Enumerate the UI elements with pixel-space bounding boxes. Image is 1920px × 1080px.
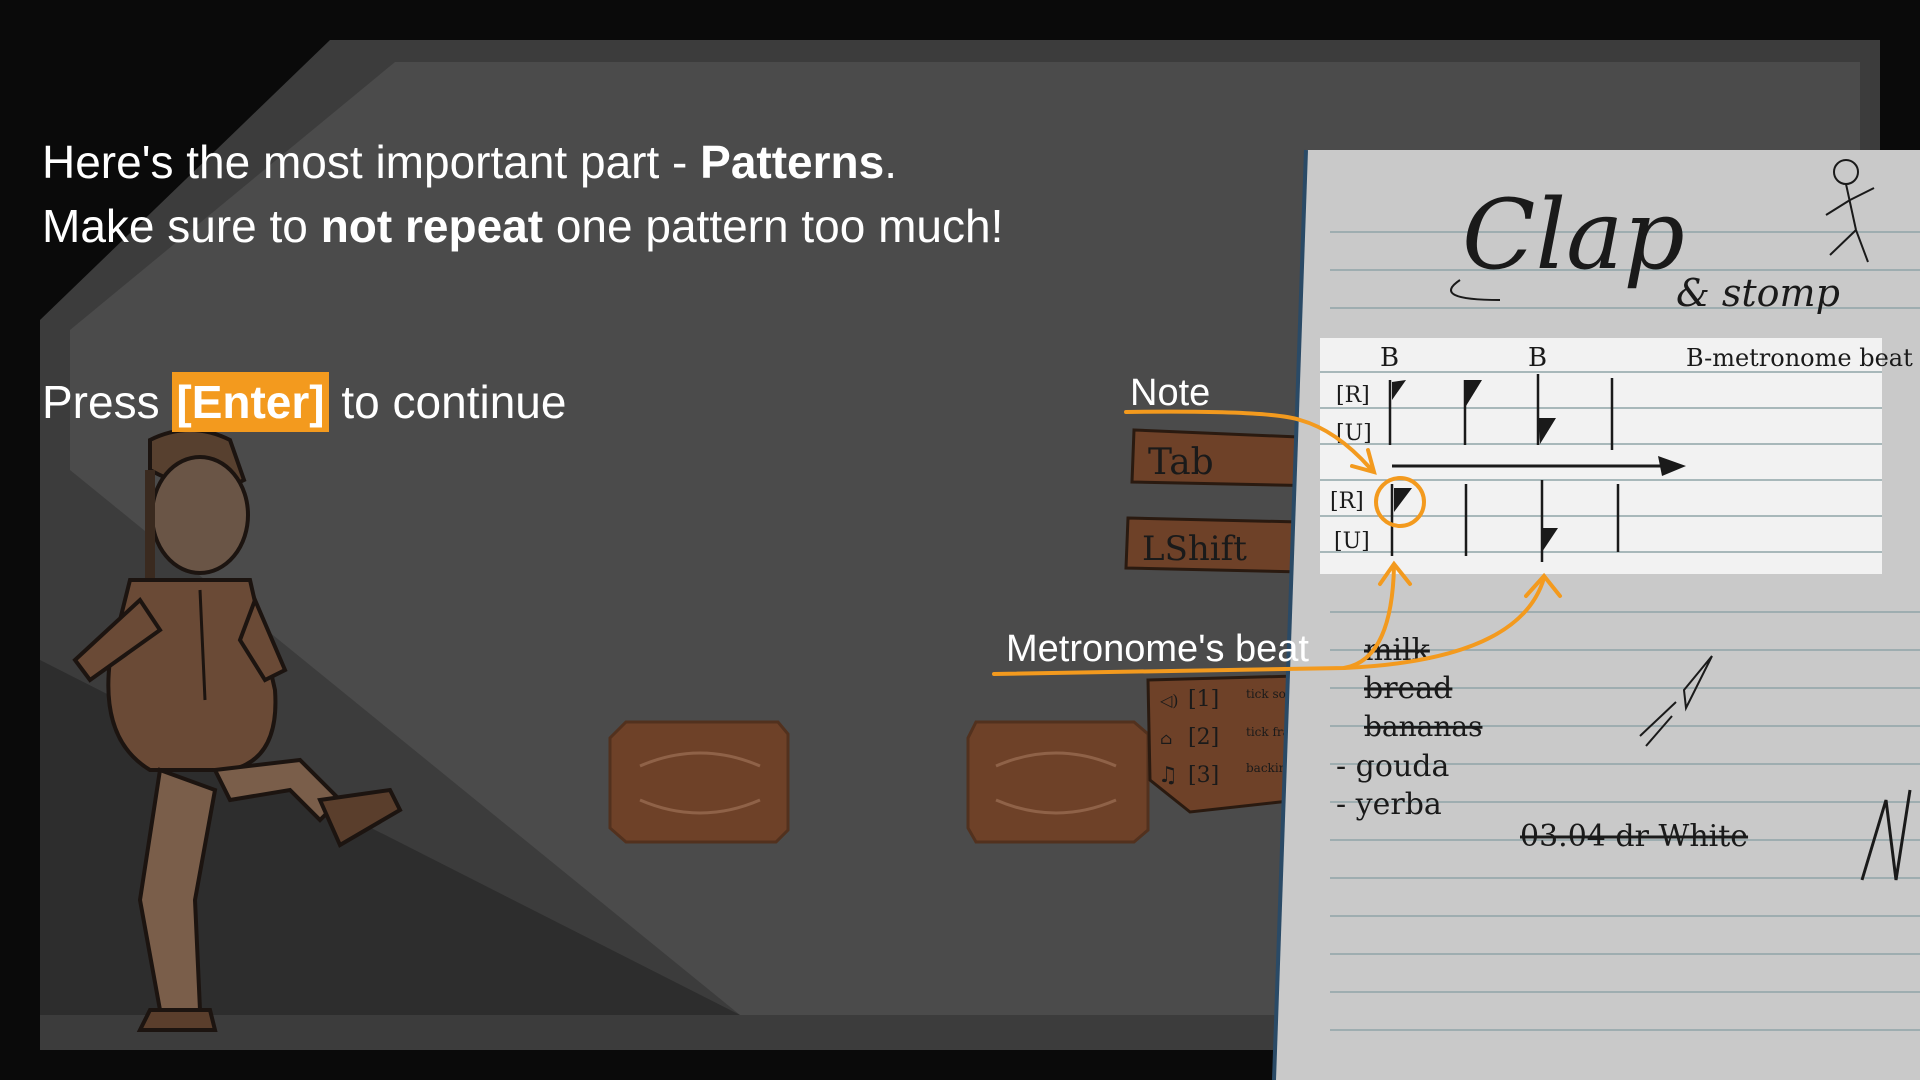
tutorial-line-1-bold: Patterns (700, 136, 885, 188)
tab-key-label: Tab (1148, 442, 1214, 483)
beat-marker-2: B (1528, 343, 1547, 373)
list-item-5: - yerba (1336, 787, 1442, 822)
lshift-key-label: LShift (1142, 529, 1247, 569)
list-item-3: bananas (1364, 710, 1482, 743)
row-r-top: [R] (1336, 383, 1370, 408)
row-r-bottom: [R] (1330, 489, 1364, 514)
music-note-icon: ♫ (1158, 763, 1178, 788)
notebook-page: Clap & stomp milk bread bananas - gouda … (1272, 149, 1920, 1080)
pattern-staff-panel: B B B-metronome beat [R] [U] [R] [U] (1320, 338, 1913, 574)
tutorial-line-1: Here's the most important part - Pattern… (42, 132, 897, 192)
tutorial-line-2-pre: Make sure to (42, 200, 321, 252)
footer-note: 03.04 dr White (1520, 819, 1748, 854)
lamp-icon: ⌂ (1160, 729, 1172, 748)
beat-marker-1: B (1380, 343, 1399, 373)
list-item-4: - gouda (1336, 749, 1449, 784)
legend-key-2: [2] (1188, 725, 1219, 750)
tutorial-line-2: Make sure to not repeat one pattern too … (42, 196, 1003, 256)
tutorial-line-2-post: one pattern too much! (543, 200, 1004, 252)
enter-key-hint[interactable]: [Enter] (172, 372, 329, 432)
row-u-bottom: [U] (1334, 529, 1370, 554)
lshift-key-sign: LShift (1124, 516, 1304, 574)
continue-prompt: Press [Enter] to continue (42, 370, 566, 434)
clap-pad-right[interactable] (966, 720, 1150, 844)
list-item-2: bread (1364, 671, 1452, 706)
notebook-subtitle: & stomp (1676, 271, 1840, 315)
tutorial-line-2-bold: not repeat (320, 200, 544, 252)
metronome-annotation-label: Metronome's beat (1006, 628, 1309, 670)
notebook-title: Clap (1462, 179, 1685, 291)
tutorial-line-1-post: . (884, 136, 897, 188)
beat-legend: B-metronome beat (1686, 344, 1913, 372)
continue-prompt-pre: Press (42, 376, 173, 428)
tutorial-line-1-pre: Here's the most important part - (42, 136, 701, 188)
note-annotation-label: Note (1130, 372, 1211, 414)
continue-prompt-post: to continue (328, 376, 567, 428)
speaker-icon: ◁) (1159, 691, 1179, 710)
legend-key-1: [1] (1188, 687, 1219, 712)
legend-key-3: [3] (1188, 763, 1219, 788)
clap-pad-left[interactable] (608, 720, 790, 844)
